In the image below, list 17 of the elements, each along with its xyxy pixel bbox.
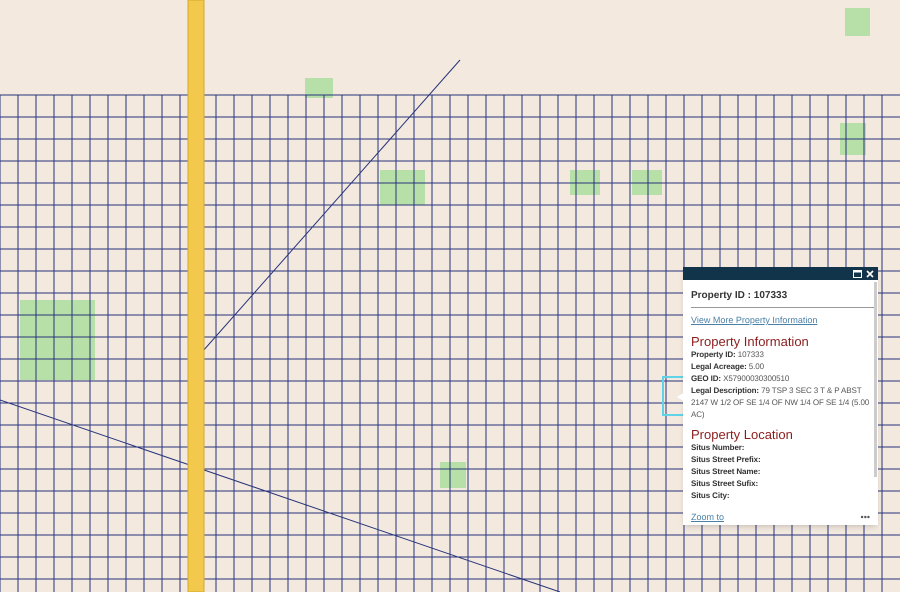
field-text: Situs Street Name:	[691, 466, 762, 478]
view-more-link[interactable]: View More Property Information	[691, 314, 874, 328]
field-text: Legal Description: 79 TSP 3 SEC 3 T & P ABST 2147 W 1/2 OF SE 1/4 OF NW 1/4 OF SE 1/4 (5.00 AC)	[691, 384, 870, 420]
field-text: Situs Street Prefix:	[691, 454, 762, 466]
section-heading: Property Location	[691, 426, 794, 442]
field-text: Situs Number:	[691, 442, 746, 454]
close-icon[interactable]	[866, 270, 874, 278]
section-heading: Property Information	[691, 334, 810, 348]
maximize-icon[interactable]	[853, 270, 862, 278]
field-text: Situs Street Sufix:	[691, 478, 760, 490]
scrollbar[interactable]	[874, 282, 877, 477]
more-menu[interactable]: •••	[860, 511, 870, 525]
field-text: Situs City:	[691, 490, 730, 502]
field-text: Property ID: 107333	[691, 349, 765, 360]
zoom-to-link[interactable]: Zoom to	[691, 511, 724, 525]
field-text: GEO ID: X57900030300510	[691, 372, 790, 384]
field-text: Legal Acreage: 5.00	[691, 360, 765, 372]
